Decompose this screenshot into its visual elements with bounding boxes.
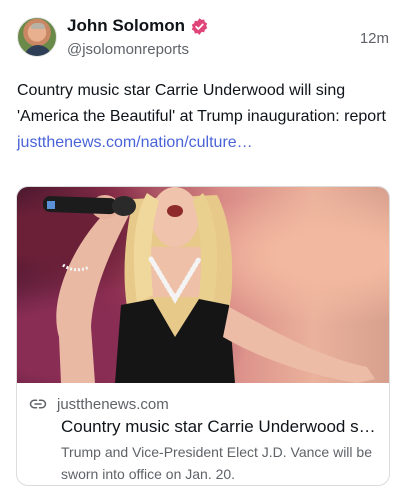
post-link[interactable]: justthenews.com/nation/culture… xyxy=(17,134,253,151)
post-body-text: Country music star Carrie Underwood will… xyxy=(17,82,386,125)
card-domain: justthenews.com xyxy=(57,395,169,413)
card-description: Trump and Vice-President Elect J.D. Vanc… xyxy=(61,444,372,482)
avatar-shirt xyxy=(24,45,52,56)
post[interactable]: John Solomon @jsolomonreports 12m Countr… xyxy=(0,0,406,500)
card-title[interactable]: Country music star Carrie Underwood sing… xyxy=(61,417,379,437)
verified-badge-icon xyxy=(191,17,208,35)
author-avatar[interactable] xyxy=(17,17,57,57)
author-name-row: John Solomon xyxy=(67,16,209,36)
card-domain-row: justthenews.com xyxy=(29,395,169,413)
card-body[interactable]: justthenews.com Country music star Carri… xyxy=(17,383,389,485)
post-timestamp[interactable]: 12m xyxy=(360,30,389,47)
author-display-name[interactable]: John Solomon xyxy=(67,16,185,36)
avatar-hair xyxy=(31,23,45,29)
post-text: Country music star Carrie Underwood will… xyxy=(17,78,391,156)
singer-photo xyxy=(42,187,375,383)
author-handle[interactable]: @jsolomonreports xyxy=(67,41,189,58)
card-image[interactable] xyxy=(17,187,389,383)
link-icon xyxy=(29,399,47,409)
link-preview-card[interactable]: justthenews.com Country music star Carri… xyxy=(16,186,390,486)
